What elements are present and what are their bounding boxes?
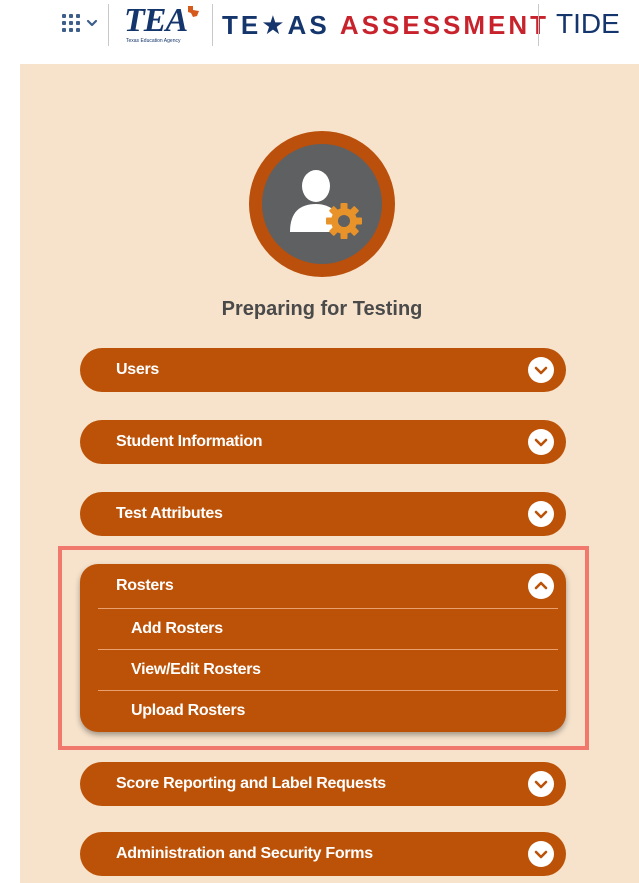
header-divider: [108, 4, 109, 46]
chevron-down-icon[interactable]: [528, 771, 554, 797]
user-settings-icon: [262, 144, 382, 264]
accordion-header[interactable]: Users: [80, 348, 566, 392]
accordion-header[interactable]: Administration and Security Forms: [80, 832, 566, 876]
texas-map-icon: [188, 6, 199, 17]
header-divider: [538, 4, 539, 46]
app-name: TIDE: [556, 8, 620, 39]
accordion-test-attributes[interactable]: Test Attributes: [80, 492, 566, 536]
accordion-label: Users: [116, 361, 159, 378]
tea-logo-subtext: Texas Education Agency: [126, 38, 181, 44]
highlight-box: [58, 546, 589, 750]
chevron-down-icon[interactable]: [528, 841, 554, 867]
accordion-label: Student Information: [116, 433, 263, 450]
accordion-header[interactable]: Score Reporting and Label Requests: [80, 762, 566, 806]
chevron-down-icon[interactable]: [528, 429, 554, 455]
chevron-down-icon[interactable]: [528, 357, 554, 383]
texas-assessment-brand: TE★AS ASSESSMENT: [222, 10, 549, 41]
accordion-label: Administration and Security Forms: [116, 845, 373, 862]
grid-menu-icon[interactable]: [62, 14, 80, 32]
accordion-label: Score Reporting and Label Requests: [116, 775, 386, 792]
accordion-student-information[interactable]: Student Information: [80, 420, 566, 464]
accordion-header[interactable]: Student Information: [80, 420, 566, 464]
chevron-down-icon[interactable]: [528, 501, 554, 527]
tea-logo-text: TEA: [124, 2, 188, 39]
brand-part-assessment: ASSESSMENT: [339, 10, 550, 40]
app-header: TEA Texas Education Agency TE★AS ASSESSM…: [0, 0, 639, 58]
accordion-score-reporting[interactable]: Score Reporting and Label Requests: [80, 762, 566, 806]
brand-part-as: AS: [287, 10, 330, 40]
header-divider: [212, 4, 213, 46]
accordion-users[interactable]: Users: [80, 348, 566, 392]
accordion-header[interactable]: Test Attributes: [80, 492, 566, 536]
accordion-label: Test Attributes: [116, 505, 223, 522]
chevron-down-icon[interactable]: [86, 14, 98, 32]
tea-logo[interactable]: TEA Texas Education Agency: [124, 2, 206, 46]
brand-star-icon: ★: [261, 10, 288, 40]
accordion-administration-security-forms[interactable]: Administration and Security Forms: [80, 832, 566, 876]
brand-part-te: TE: [222, 10, 262, 40]
section-title: Preparing for Testing: [221, 298, 423, 320]
